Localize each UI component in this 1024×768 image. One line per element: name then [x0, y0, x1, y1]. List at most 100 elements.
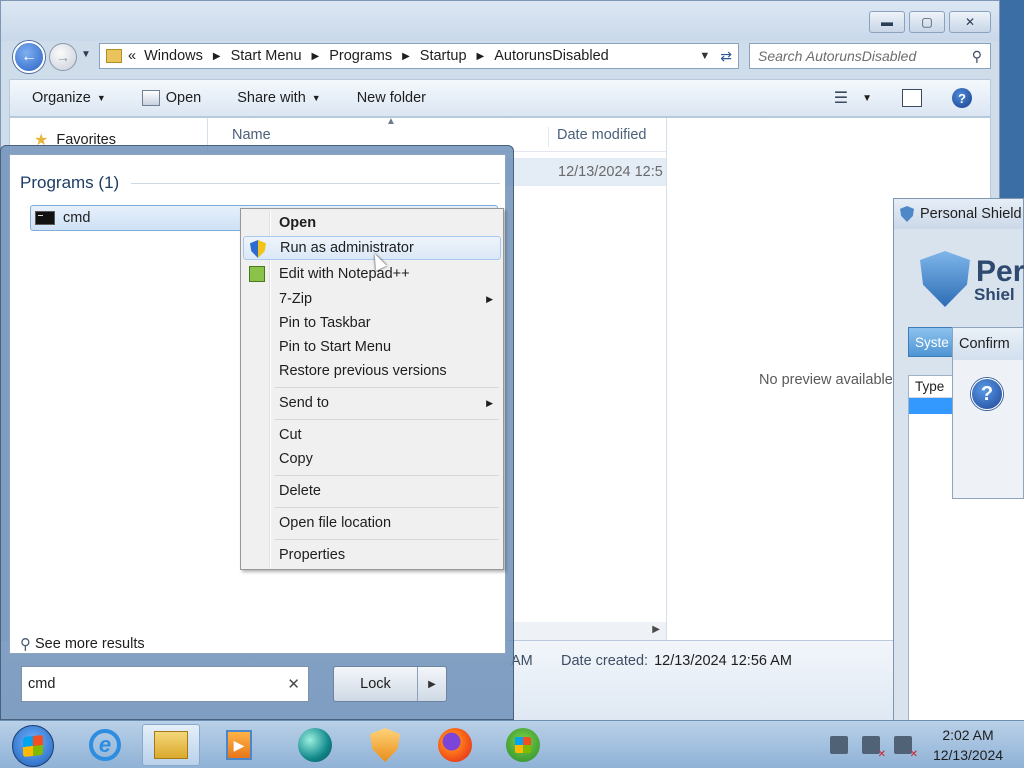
open-button[interactable]: Open — [141, 90, 202, 106]
network-disconnected-icon[interactable] — [862, 736, 886, 760]
taskbar-shield-app[interactable] — [356, 724, 414, 766]
minimize-button[interactable]: ▬ — [869, 11, 905, 33]
breadcrumb-separator[interactable]: ▶ — [402, 51, 410, 62]
windows-logo-icon — [23, 734, 43, 758]
scroll-right-icon[interactable]: ▶ — [652, 624, 660, 635]
breadcrumb-separator[interactable]: ▶ — [213, 51, 221, 62]
menu-item-7zip[interactable]: 7-Zip ▶ — [243, 287, 501, 311]
power-options-arrow[interactable]: ▶ — [418, 667, 446, 701]
menu-separator — [275, 387, 499, 388]
view-options-dropdown[interactable]: ▼ — [862, 93, 872, 104]
personal-shield-titlebar: Personal Shield — [894, 199, 1023, 229]
taskbar-windows-update[interactable] — [494, 724, 552, 766]
menu-item-pin-to-start-menu[interactable]: Pin to Start Menu — [243, 335, 501, 359]
breadcrumb-separator[interactable]: ▶ — [312, 51, 320, 62]
breadcrumb-programs[interactable]: Programs — [329, 48, 392, 64]
taskbar-firefox[interactable] — [426, 724, 484, 766]
command-prompt-icon — [35, 211, 55, 225]
maximize-button[interactable]: ▢ — [909, 11, 945, 33]
shield-app-icon — [370, 728, 400, 762]
search-input[interactable]: Search AutorunsDisabled ⚲ — [749, 43, 991, 69]
menu-item-label: Run as administrator — [280, 240, 414, 256]
personal-shield-title: Personal Shield — [920, 206, 1022, 222]
programs-heading-label: Programs (1) — [20, 173, 120, 192]
column-header-date-modified[interactable]: Date modified — [548, 127, 646, 147]
system-tray — [830, 721, 918, 768]
lock-button[interactable]: Lock — [334, 667, 418, 701]
menu-separator — [275, 419, 499, 420]
open-label: Open — [165, 90, 202, 106]
address-overflow[interactable]: « — [128, 48, 136, 64]
breadcrumb-start-menu[interactable]: Start Menu — [231, 48, 302, 64]
action-center-icon[interactable] — [830, 736, 848, 754]
sort-arrow-icon: ▲ — [386, 116, 396, 127]
breadcrumb: Windows ▶ Start Menu ▶ Programs ▶ Startup ▶ … — [144, 48, 609, 64]
menu-item-edit-with-notepad[interactable]: Edit with Notepad++ — [243, 262, 501, 286]
menu-item-restore-previous-versions[interactable]: Restore previous versions — [243, 359, 501, 383]
preview-message: No preview available — [759, 372, 893, 388]
confirm-title: Confirm — [953, 328, 1023, 360]
address-dropdown-icon[interactable]: ▼ — [699, 50, 710, 62]
column-header-name[interactable]: Name — [232, 127, 271, 143]
new-folder-button[interactable]: New folder — [357, 90, 426, 106]
menu-item-label: Edit with Notepad++ — [279, 266, 410, 282]
change-view-icon[interactable]: ☰ — [834, 88, 848, 108]
media-player-icon: ▶ — [226, 730, 252, 760]
menu-item-label: Send to — [279, 395, 329, 411]
programs-heading: Programs (1) — [20, 173, 500, 193]
search-icon: ⚲ — [20, 636, 31, 653]
close-button[interactable]: ✕ — [949, 11, 991, 33]
address-bar[interactable]: « Windows ▶ Start Menu ▶ Programs ▶ Startup… — [99, 43, 739, 69]
taskbar: e ▶ 2:02 AM 12/13/2024 — [0, 720, 1024, 768]
address-controls: ▼ ⇄ — [699, 48, 738, 65]
globe-app-icon — [298, 728, 332, 762]
menu-separator — [275, 507, 499, 508]
menu-item-copy[interactable]: Copy — [243, 447, 501, 471]
clear-search-icon[interactable]: ✕ — [287, 675, 300, 693]
windows-explorer-icon — [154, 731, 188, 759]
breadcrumb-startup[interactable]: Startup — [420, 48, 467, 64]
details-date-created: Date created: 12/13/2024 12:56 AM — [561, 653, 792, 669]
share-with-button[interactable]: Share with ▼ — [237, 90, 320, 106]
start-button[interactable] — [12, 725, 54, 767]
start-search-input[interactable]: cmd ✕ — [21, 666, 309, 702]
menu-item-open[interactable]: Open — [243, 211, 501, 235]
menu-separator — [275, 539, 499, 540]
details-time-fragment: AM — [511, 653, 533, 669]
menu-item-properties[interactable]: Properties — [243, 543, 501, 567]
submenu-arrow-icon: ▶ — [486, 293, 493, 304]
window-buttons: ▬ ▢ ✕ — [869, 11, 991, 33]
volume-muted-icon[interactable] — [894, 736, 918, 760]
see-more-results-link[interactable]: ⚲ See more results — [20, 635, 145, 653]
menu-item-label: Delete — [279, 483, 321, 499]
recent-pages-dropdown[interactable]: ▼ — [81, 49, 91, 60]
back-button[interactable]: ← — [13, 41, 45, 73]
refresh-icon[interactable]: ⇄ — [720, 48, 732, 65]
help-icon[interactable]: ? — [952, 88, 972, 108]
organize-label: Organize — [32, 90, 91, 106]
taskbar-internet-explorer[interactable]: e — [76, 724, 134, 766]
menu-item-pin-to-taskbar[interactable]: Pin to Taskbar — [243, 311, 501, 335]
organize-button[interactable]: Organize ▼ — [32, 90, 106, 106]
windows-update-icon — [506, 728, 540, 762]
menu-item-send-to[interactable]: Send to ▶ — [243, 391, 501, 415]
search-placeholder: Search AutorunsDisabled — [758, 48, 917, 64]
taskbar-windows-explorer[interactable] — [142, 724, 200, 766]
forward-button[interactable]: → — [49, 43, 77, 71]
breadcrumb-separator[interactable]: ▶ — [477, 51, 485, 62]
taskbar-media-player[interactable]: ▶ — [210, 724, 268, 766]
taskbar-globe-app[interactable] — [286, 724, 344, 766]
breadcrumb-windows[interactable]: Windows — [144, 48, 203, 64]
menu-item-cut[interactable]: Cut — [243, 423, 501, 447]
shield-icon — [900, 206, 914, 222]
search-icon[interactable]: ⚲ — [972, 48, 982, 65]
system-clock[interactable]: 2:02 AM 12/13/2024 — [922, 725, 1014, 765]
menu-item-delete[interactable]: Delete — [243, 479, 501, 503]
date-created-value: 12/13/2024 12:56 AM — [654, 653, 792, 669]
preview-pane-icon[interactable] — [902, 89, 922, 107]
clock-time: 2:02 AM — [942, 727, 994, 743]
share-with-label: Share with — [237, 90, 306, 106]
menu-item-open-file-location[interactable]: Open file location — [243, 511, 501, 535]
breadcrumb-autorunsdisabled[interactable]: AutorunsDisabled — [494, 48, 608, 64]
command-bar: Organize ▼ Open Share with ▼ New folder ☰ … — [9, 79, 991, 117]
